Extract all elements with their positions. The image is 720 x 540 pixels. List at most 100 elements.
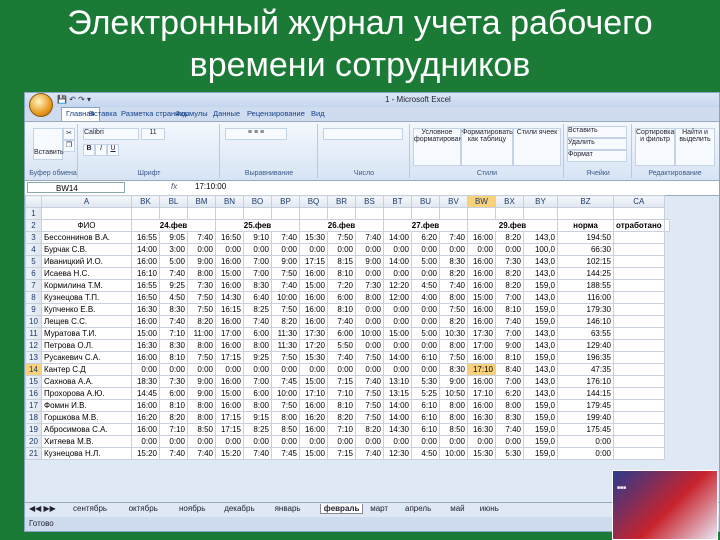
worked-cell[interactable]: 0:00 — [557, 447, 614, 460]
time-cell[interactable]: 0:00 — [439, 435, 468, 448]
time-cell[interactable]: 9:00 — [187, 387, 216, 400]
cell[interactable] — [411, 207, 440, 220]
time-cell[interactable]: 17:00 — [215, 327, 244, 340]
bold-button[interactable]: B — [83, 144, 95, 156]
cell[interactable] — [613, 267, 665, 280]
time-cell[interactable]: 16:00 — [467, 351, 496, 364]
worked-cell[interactable]: 102:15 — [557, 255, 614, 268]
column-header[interactable]: A — [41, 195, 132, 208]
cell[interactable] — [523, 207, 558, 220]
time-cell[interactable]: 11:30 — [271, 339, 300, 352]
cell[interactable] — [613, 399, 665, 412]
time-cell[interactable]: 8:20 — [159, 411, 188, 424]
time-cell[interactable]: 8:10 — [495, 303, 524, 316]
time-cell[interactable]: 16:00 — [215, 279, 244, 292]
time-cell[interactable]: 4:00 — [411, 291, 440, 304]
time-cell[interactable]: 0:00 — [215, 363, 244, 376]
time-cell[interactable]: 16:00 — [215, 339, 244, 352]
time-cell[interactable]: 7:40 — [355, 447, 384, 460]
row-header[interactable]: 14 — [25, 363, 42, 376]
time-cell[interactable]: 7:50 — [439, 351, 468, 364]
delete-cells-button[interactable]: Удалить — [567, 138, 627, 150]
norm-cell[interactable]: 143,0 — [523, 267, 558, 280]
worked-cell[interactable]: 144:25 — [557, 267, 614, 280]
time-cell[interactable]: 9:00 — [355, 255, 384, 268]
row-header[interactable]: 18 — [25, 411, 42, 424]
italic-button[interactable]: I — [95, 144, 107, 156]
time-cell[interactable]: 8:10 — [159, 351, 188, 364]
time-cell[interactable]: 15:30 — [467, 447, 496, 460]
employee-name[interactable]: Горшкова М.В. — [41, 411, 132, 424]
time-cell[interactable]: 9:00 — [187, 255, 216, 268]
font-name-select[interactable]: Calibri — [83, 128, 139, 140]
cell[interactable] — [215, 207, 244, 220]
time-cell[interactable]: 0:00 — [243, 435, 272, 448]
column-header[interactable]: BO — [243, 195, 272, 208]
time-cell[interactable]: 6:10 — [411, 399, 440, 412]
cell[interactable] — [613, 231, 665, 244]
time-cell[interactable]: 8:20 — [271, 315, 300, 328]
cell[interactable] — [467, 207, 496, 220]
column-header[interactable]: BT — [383, 195, 412, 208]
align-buttons[interactable]: ≡ ≡ ≡ — [225, 128, 287, 140]
time-cell[interactable]: 8:50 — [187, 423, 216, 436]
worked-cell[interactable]: 0:00 — [557, 435, 614, 448]
time-cell[interactable]: 17:20 — [299, 339, 328, 352]
worked-cell[interactable]: 47:35 — [557, 363, 614, 376]
cell[interactable] — [187, 207, 216, 220]
time-cell[interactable]: 8:10 — [327, 267, 356, 280]
time-cell[interactable]: 0:00 — [271, 363, 300, 376]
employee-name[interactable]: Муратова Т.И. — [41, 327, 132, 340]
header-date[interactable]: 24.фев — [131, 219, 216, 232]
time-cell[interactable]: 8:50 — [439, 423, 468, 436]
time-cell[interactable]: 0:00 — [467, 243, 496, 256]
row-header[interactable]: 3 — [25, 231, 42, 244]
time-cell[interactable]: 7:30 — [187, 279, 216, 292]
header-norm[interactable]: норма — [557, 219, 614, 232]
time-cell[interactable]: 15:00 — [299, 279, 328, 292]
column-header[interactable]: BU — [411, 195, 440, 208]
time-cell[interactable]: 7:10 — [327, 387, 356, 400]
time-cell[interactable]: 16:00 — [215, 375, 244, 388]
cell[interactable] — [271, 207, 300, 220]
sheet-tab[interactable]: апрель — [405, 504, 431, 513]
norm-cell[interactable]: 100,0 — [523, 243, 558, 256]
time-cell[interactable]: 7:50 — [439, 303, 468, 316]
time-cell[interactable]: 6:20 — [411, 231, 440, 244]
cell[interactable] — [613, 255, 665, 268]
time-cell[interactable]: 9:00 — [187, 375, 216, 388]
worked-cell[interactable]: 175:45 — [557, 423, 614, 436]
time-cell[interactable]: 16:00 — [467, 399, 496, 412]
time-cell[interactable]: 15:00 — [131, 327, 160, 340]
time-cell[interactable]: 7:40 — [439, 231, 468, 244]
cell[interactable] — [613, 315, 665, 328]
sheet-nav-arrows[interactable]: ◀◀ ▶▶ — [29, 504, 56, 513]
time-cell[interactable]: 11:30 — [271, 327, 300, 340]
row-header[interactable]: 4 — [25, 243, 42, 256]
time-cell[interactable]: 0:00 — [383, 339, 412, 352]
column-header[interactable]: BY — [523, 195, 558, 208]
sheet-tab[interactable]: декабрь — [224, 504, 254, 513]
time-cell[interactable]: 10:50 — [439, 387, 468, 400]
employee-name[interactable]: Кормилина Т.М. — [41, 279, 132, 292]
norm-cell[interactable]: 143,0 — [523, 231, 558, 244]
cell[interactable] — [613, 423, 665, 436]
time-cell[interactable]: 13:10 — [383, 375, 412, 388]
time-cell[interactable]: 7:50 — [187, 351, 216, 364]
row-header[interactable]: 17 — [25, 399, 42, 412]
norm-cell[interactable]: 159,0 — [523, 447, 558, 460]
time-cell[interactable]: 16:55 — [131, 231, 160, 244]
time-cell[interactable]: 8:00 — [439, 411, 468, 424]
norm-cell[interactable]: 143,0 — [523, 363, 558, 376]
formula-input[interactable]: 17:10:00 — [195, 182, 226, 191]
sort-filter-button[interactable]: Сортировка и фильтр — [635, 128, 675, 166]
time-cell[interactable]: 17:30 — [299, 327, 328, 340]
time-cell[interactable]: 7:40 — [271, 231, 300, 244]
time-cell[interactable]: 10:00 — [355, 327, 384, 340]
time-cell[interactable]: 0:00 — [299, 363, 328, 376]
time-cell[interactable]: 0:00 — [243, 363, 272, 376]
time-cell[interactable]: 8:30 — [159, 303, 188, 316]
norm-cell[interactable]: 159,0 — [523, 351, 558, 364]
time-cell[interactable]: 9:00 — [439, 375, 468, 388]
norm-cell[interactable]: 159,0 — [523, 423, 558, 436]
